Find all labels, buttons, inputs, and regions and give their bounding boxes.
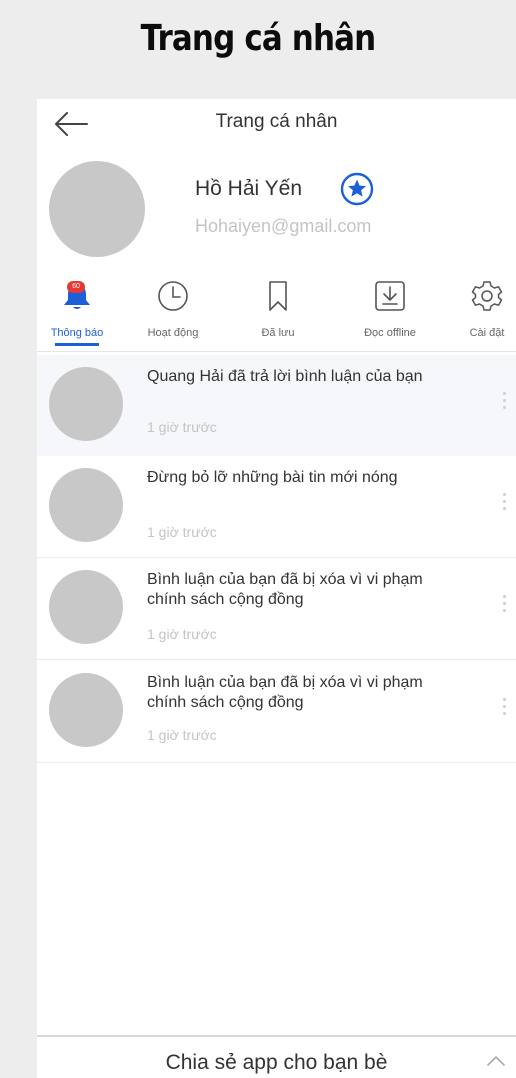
notification-item[interactable]: Bình luận của bạn đã bị xóa vì vi phạm c… bbox=[37, 558, 516, 660]
star-badge-icon bbox=[340, 172, 374, 206]
notification-time: 1 giờ trước bbox=[147, 524, 217, 540]
notification-text: Bình luận của bạn đã bị xóa vì vi phạm c… bbox=[147, 674, 423, 711]
more-options-button[interactable] bbox=[496, 490, 512, 520]
tab-label: Thông báo bbox=[50, 327, 104, 339]
page-heading: Trang cá nhân bbox=[140, 18, 377, 59]
notification-time: 1 giờ trước bbox=[147, 626, 217, 642]
tab-label: Cài đặt bbox=[469, 327, 505, 339]
top-bar: Trang cá nhân bbox=[37, 99, 516, 145]
notification-item[interactable]: Bình luận của bạn đã bị xóa vì vi phạm c… bbox=[37, 661, 516, 763]
notification-time: 1 giờ trước bbox=[147, 419, 217, 435]
share-app-label: Chia sẻ app cho bạn bè bbox=[165, 1051, 388, 1074]
avatar bbox=[49, 367, 123, 441]
download-icon bbox=[375, 281, 405, 311]
profile-tabs: 60 Thông báo Hoạt động Đã lưu Đọc offlin… bbox=[37, 279, 516, 347]
tab-notifications[interactable]: 60 Thông báo bbox=[37, 279, 117, 347]
avatar bbox=[49, 570, 123, 644]
clock-icon bbox=[158, 281, 188, 311]
more-options-button[interactable] bbox=[496, 389, 512, 419]
notification-item[interactable]: Đừng bỏ lỡ những bài tin mới nóng 1 giờ … bbox=[37, 456, 516, 558]
more-options-button[interactable] bbox=[496, 695, 512, 725]
avatar bbox=[49, 468, 123, 542]
share-app-bar[interactable]: Chia sẻ app cho bạn bè bbox=[37, 1035, 516, 1078]
more-options-button[interactable] bbox=[496, 592, 512, 622]
profile-avatar[interactable] bbox=[49, 161, 145, 257]
divider bbox=[37, 351, 516, 352]
chevron-up-icon[interactable] bbox=[486, 1053, 506, 1067]
notification-text: Quang Hải đã trả lời bình luận của bạn bbox=[147, 368, 423, 385]
notification-time: 1 giờ trước bbox=[147, 727, 217, 743]
notification-text: Bình luận của bạn đã bị xóa vì vi phạm c… bbox=[147, 571, 423, 608]
avatar bbox=[49, 673, 123, 747]
top-bar-title: Trang cá nhân bbox=[215, 111, 338, 132]
active-tab-indicator bbox=[55, 343, 99, 346]
notification-text: Đừng bỏ lỡ những bài tin mới nóng bbox=[147, 469, 398, 486]
notification-badge: 60 bbox=[67, 281, 85, 293]
tab-settings[interactable]: Cài đặt bbox=[458, 279, 516, 347]
gear-icon bbox=[471, 281, 503, 311]
profile-name: Hồ Hải Yến bbox=[195, 177, 303, 200]
profile-email: Hohaiyen@gmail.com bbox=[195, 216, 372, 236]
tab-label: Đọc offline bbox=[364, 327, 416, 339]
tab-activity[interactable]: Hoạt động bbox=[133, 279, 213, 347]
tab-label: Đã lưu bbox=[261, 327, 295, 339]
tab-offline[interactable]: Đọc offline bbox=[346, 279, 434, 347]
bookmark-icon bbox=[269, 281, 287, 311]
tab-saved[interactable]: Đã lưu bbox=[243, 279, 313, 347]
tab-label: Hoạt động bbox=[147, 327, 199, 339]
notification-item[interactable]: Quang Hải đã trả lời bình luận của bạn 1… bbox=[37, 355, 516, 457]
phone-screen: Trang cá nhân Hồ Hải Yến Hohaiyen@gmail.… bbox=[37, 99, 516, 1078]
